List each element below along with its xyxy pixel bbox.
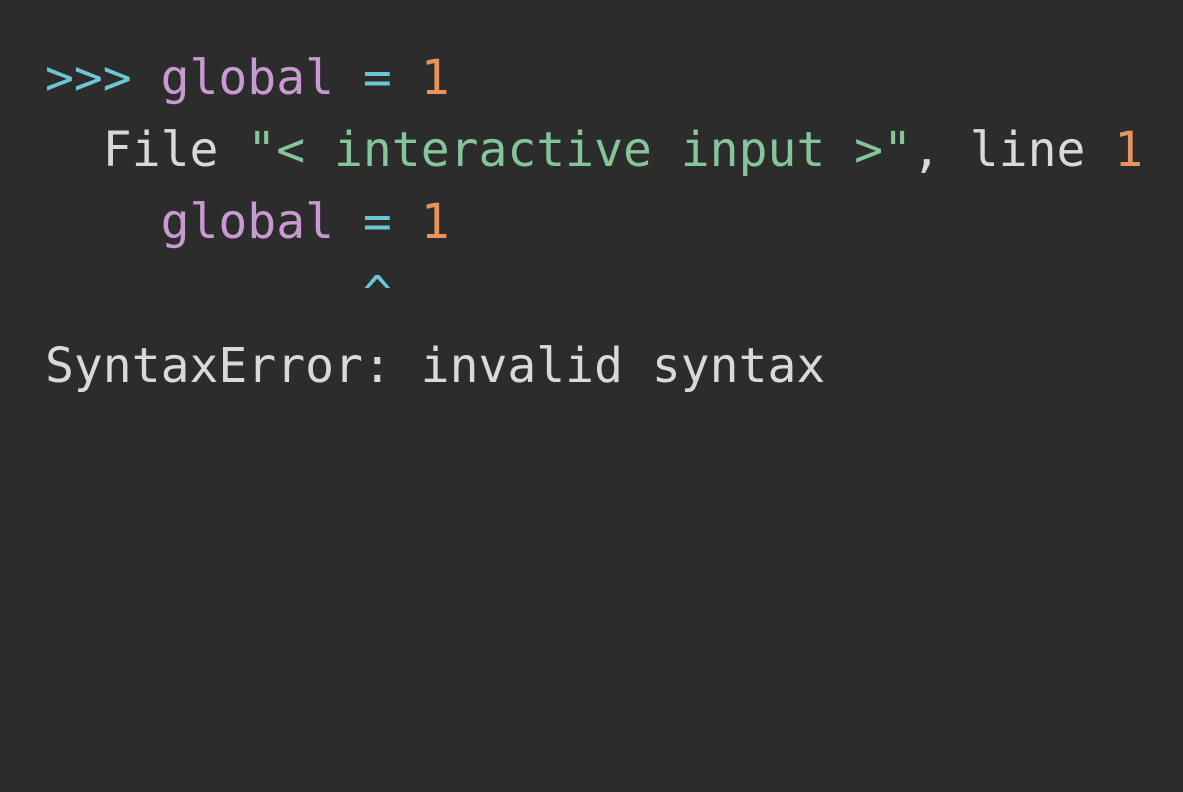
terminal-window: >>> global = 1 File "< interactive input… [0, 0, 1183, 442]
traceback-file-line: File "< interactive input >", line 1 [45, 114, 1143, 186]
line-number: 1 [1114, 122, 1144, 178]
file-label: File [102, 122, 219, 178]
keyword-global: global [160, 194, 334, 250]
traceback-code-line: global = 1 [45, 186, 450, 258]
assignment-operator: = [362, 194, 392, 250]
error-caret: ^ [362, 266, 392, 322]
number-literal: 1 [420, 194, 450, 250]
assignment-operator: = [362, 50, 392, 106]
syntax-error-message: SyntaxError: invalid syntax [45, 338, 826, 394]
keyword-global: global [160, 50, 334, 106]
number-literal: 1 [420, 50, 450, 106]
file-name-string: "< interactive input >" [247, 122, 912, 178]
comma: , [911, 122, 941, 178]
input-line: >>> global = 1 [45, 42, 450, 114]
line-label: line [969, 122, 1086, 178]
error-message-line: SyntaxError: invalid syntax [45, 330, 825, 402]
prompt-symbol: >>> [45, 50, 132, 106]
caret-line: ^ [45, 258, 392, 330]
